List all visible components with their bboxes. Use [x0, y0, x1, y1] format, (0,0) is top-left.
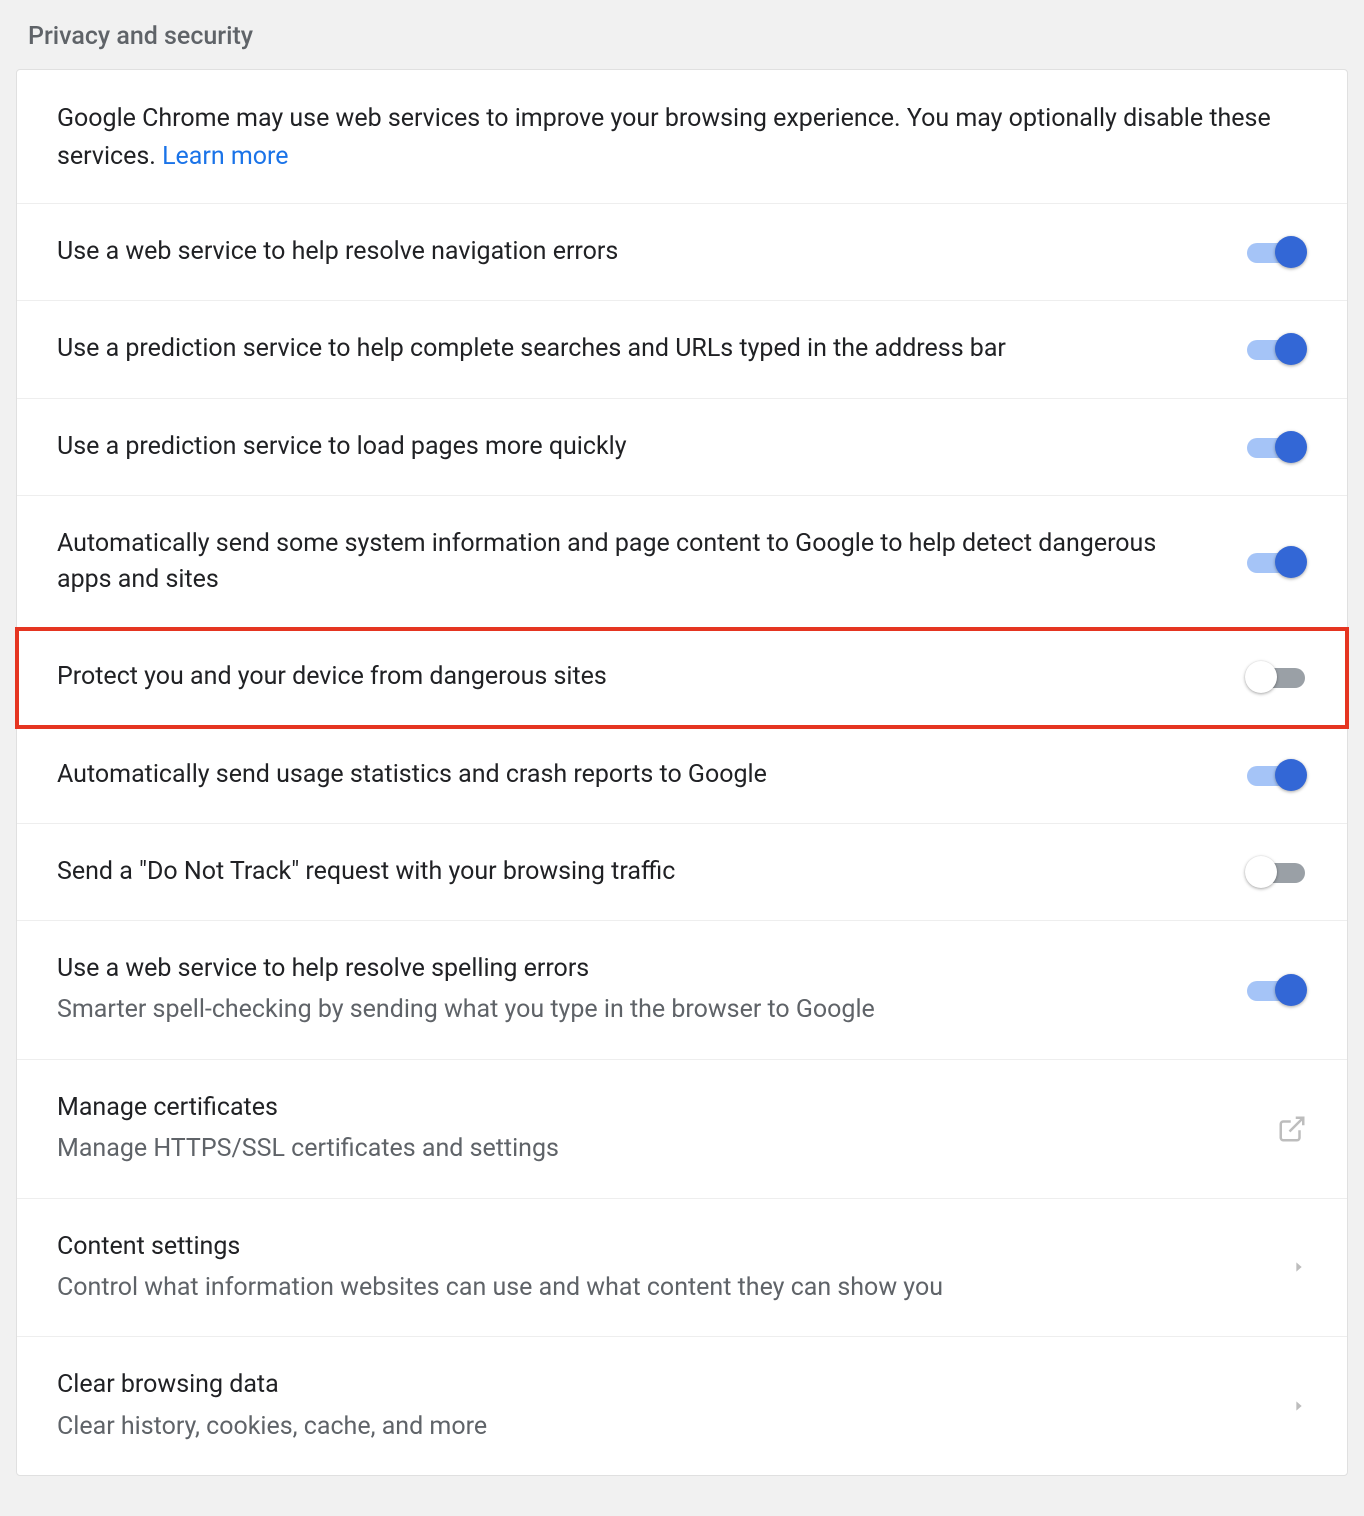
toggle-switch[interactable] — [1245, 659, 1307, 695]
external-link-icon — [1277, 1114, 1307, 1144]
setting-row: Use a prediction service to help complet… — [17, 301, 1347, 398]
toggle-thumb — [1275, 431, 1307, 463]
row-labels: Manage certificates Manage HTTPS/SSL cert… — [57, 1090, 1277, 1168]
setting-row[interactable]: Clear browsing data Clear history, cookie… — [17, 1337, 1347, 1475]
toggle-switch[interactable] — [1245, 972, 1307, 1008]
section-title: Privacy and security — [0, 0, 1364, 69]
row-title: Manage certificates — [57, 1090, 1247, 1126]
setting-row[interactable]: Content settings Control what information… — [17, 1199, 1347, 1338]
row-title: Use a web service to help resolve spelli… — [57, 951, 1215, 987]
setting-row[interactable]: Manage certificates Manage HTTPS/SSL cert… — [17, 1060, 1347, 1199]
toggle-thumb — [1275, 974, 1307, 1006]
row-labels: Use a prediction service to help complet… — [57, 331, 1245, 367]
toggle-switch[interactable] — [1245, 544, 1307, 580]
learn-more-link[interactable]: Learn more — [162, 142, 288, 171]
row-title: Automatically send usage statistics and … — [57, 757, 1215, 793]
chevron-right-icon — [1291, 1259, 1307, 1275]
row-title: Send a "Do Not Track" request with your … — [57, 854, 1215, 890]
chevron-right-icon — [1291, 1398, 1307, 1414]
toggle-thumb — [1245, 661, 1277, 693]
settings-page: Privacy and security Google Chrome may u… — [0, 0, 1364, 1516]
toggle-switch[interactable] — [1245, 854, 1307, 890]
settings-rows: Use a web service to help resolve naviga… — [17, 204, 1347, 1475]
privacy-card: Google Chrome may use web services to im… — [16, 69, 1348, 1476]
row-labels: Automatically send usage statistics and … — [57, 757, 1245, 793]
row-labels: Content settings Control what information… — [57, 1229, 1291, 1307]
row-title: Use a prediction service to help complet… — [57, 331, 1215, 367]
toggle-switch[interactable] — [1245, 757, 1307, 793]
row-title: Automatically send some system informati… — [57, 526, 1215, 599]
row-title: Use a prediction service to load pages m… — [57, 429, 1215, 465]
row-title: Content settings — [57, 1229, 1261, 1265]
row-labels: Automatically send some system informati… — [57, 526, 1245, 599]
setting-row: Protect you and your device from dangero… — [17, 629, 1347, 726]
intro-text: Google Chrome may use web services to im… — [17, 70, 1347, 204]
toggle-thumb — [1275, 236, 1307, 268]
setting-row: Automatically send usage statistics and … — [17, 727, 1347, 824]
row-title: Protect you and your device from dangero… — [57, 659, 1215, 695]
row-labels: Clear browsing data Clear history, cookie… — [57, 1367, 1291, 1445]
setting-row: Use a web service to help resolve spelli… — [17, 921, 1347, 1060]
setting-row: Automatically send some system informati… — [17, 496, 1347, 630]
toggle-switch[interactable] — [1245, 429, 1307, 465]
toggle-switch[interactable] — [1245, 331, 1307, 367]
row-labels: Send a "Do Not Track" request with your … — [57, 854, 1245, 890]
row-subtitle: Clear history, cookies, cache, and more — [57, 1408, 1261, 1446]
toggle-thumb — [1275, 759, 1307, 791]
toggle-thumb — [1275, 546, 1307, 578]
row-labels: Use a web service to help resolve naviga… — [57, 234, 1245, 270]
setting-row: Use a web service to help resolve naviga… — [17, 204, 1347, 301]
setting-row: Use a prediction service to load pages m… — [17, 399, 1347, 496]
row-subtitle: Smarter spell-checking by sending what y… — [57, 991, 1215, 1029]
toggle-thumb — [1245, 856, 1277, 888]
row-labels: Use a prediction service to load pages m… — [57, 429, 1245, 465]
row-subtitle: Control what information websites can us… — [57, 1269, 1261, 1307]
row-subtitle: Manage HTTPS/SSL certificates and settin… — [57, 1130, 1247, 1168]
row-title: Use a web service to help resolve naviga… — [57, 234, 1215, 270]
toggle-switch[interactable] — [1245, 234, 1307, 270]
row-labels: Use a web service to help resolve spelli… — [57, 951, 1245, 1029]
setting-row: Send a "Do Not Track" request with your … — [17, 824, 1347, 921]
row-labels: Protect you and your device from dangero… — [57, 659, 1245, 695]
toggle-thumb — [1275, 333, 1307, 365]
row-title: Clear browsing data — [57, 1367, 1261, 1403]
